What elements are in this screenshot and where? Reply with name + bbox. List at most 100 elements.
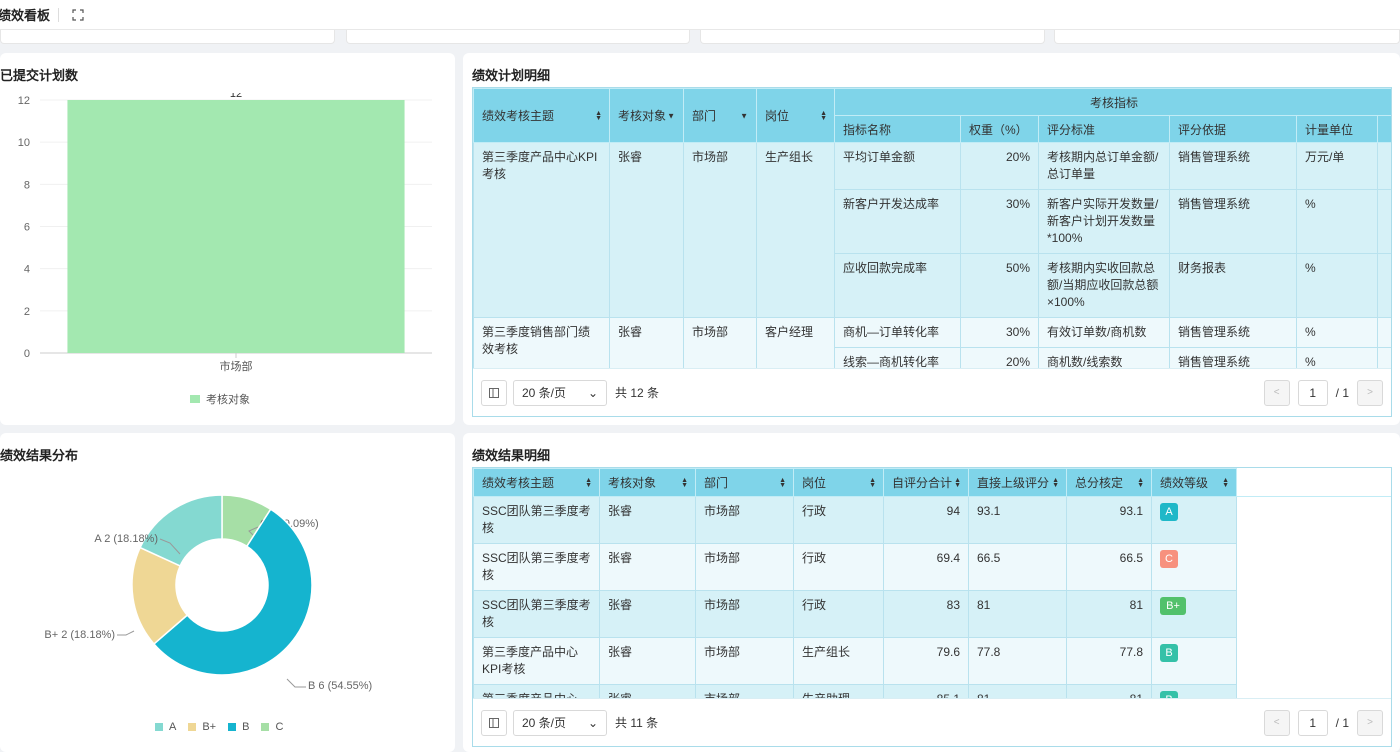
next-page-button[interactable]: > xyxy=(1357,709,1383,736)
page-size-value: 20 条/页 xyxy=(522,386,567,400)
cell-standard: 考核期内实收回款总额/当期应收回款总额×100% xyxy=(1038,253,1170,318)
cell-post: 行政 xyxy=(793,496,884,544)
col-target-label: 考核对象 xyxy=(608,476,657,490)
cell-self-score: 83 xyxy=(883,590,969,638)
pie-legend-item[interactable]: C xyxy=(261,721,283,733)
page-size-value: 20 条/页 xyxy=(522,716,567,730)
col-standard[interactable]: 评分标准 xyxy=(1038,115,1170,143)
col-manager-label: 直接上级评分 xyxy=(977,476,1050,490)
sort-icon[interactable]: ▲ ▼ xyxy=(779,477,786,489)
stat-card-4 xyxy=(1054,30,1400,44)
legend-label: B+ xyxy=(202,721,217,733)
y-tick-label: 4 xyxy=(24,264,30,276)
col-total-score[interactable]: 总分核定 ▲ ▼ xyxy=(1066,468,1152,497)
stat-card-3 xyxy=(700,30,1045,44)
plan-pagination: 20 条/页 ⌄ 共 12 条 < 1 / 1 > xyxy=(473,368,1391,416)
grade-badge: C xyxy=(1160,550,1178,568)
legend-swatch xyxy=(228,723,237,731)
sort-icon[interactable]: ▲ ▼ xyxy=(820,110,827,122)
col-theme[interactable]: 绩效考核主题 ▲ ▼ xyxy=(473,88,610,143)
cell-spacer xyxy=(1236,543,1391,591)
bar-legend[interactable]: 考核对象 xyxy=(190,391,250,407)
column-settings-icon[interactable] xyxy=(481,709,507,736)
cell-total-score: 77.8 xyxy=(1066,637,1152,685)
cell-target: 张睿 xyxy=(599,590,696,638)
column-settings-icon[interactable] xyxy=(481,379,507,406)
cell-kpi-name: 应收回款完成率 xyxy=(834,253,961,318)
sort-icon[interactable]: ▲ ▼ xyxy=(585,477,592,489)
page-number-input[interactable]: 1 xyxy=(1297,709,1328,736)
table-row[interactable]: SSC团队第三季度考核 张睿 市场部 行政 69.4 66.5 66.5 C xyxy=(473,543,1391,591)
cell-dept: 市场部 xyxy=(695,590,794,638)
col-theme-label: 绩效考核主题 xyxy=(482,109,555,123)
col-unit[interactable]: 计量单位 xyxy=(1296,115,1378,143)
pie-legend-item[interactable]: A xyxy=(155,721,176,733)
y-tick-label: 8 xyxy=(24,179,30,191)
table-row[interactable]: 第三季度产品中心KPI考核 张睿 市场部 生产组长 平均订单金额 20% 考核期内总订单金额… xyxy=(473,142,1391,318)
cell-weight: 30% xyxy=(960,189,1039,254)
pie-legend-item[interactable]: B+ xyxy=(188,721,216,733)
col-theme[interactable]: 绩效考核主题 ▲ ▼ xyxy=(473,468,600,497)
cell-basis: 销售管理系统 xyxy=(1169,317,1297,348)
cell-unit: % xyxy=(1296,317,1378,348)
bar[interactable] xyxy=(67,100,405,353)
cell-theme: 第三季度产品中心KPI考核 xyxy=(473,142,610,318)
page-title: 绩效看板 xyxy=(0,8,51,23)
next-page-button[interactable]: > xyxy=(1357,379,1383,406)
cell-dept: 市场部 xyxy=(683,142,757,318)
page-number-input[interactable]: 1 xyxy=(1297,379,1328,406)
table-row[interactable]: SSC团队第三季度考核 张睿 市场部 行政 94 93.1 93.1 A xyxy=(473,496,1391,544)
cell-grade: B xyxy=(1151,637,1237,685)
y-tick-label: 12 xyxy=(18,95,30,107)
y-tick-label: 6 xyxy=(24,222,30,234)
sort-icon[interactable]: ▲ ▼ xyxy=(869,477,876,489)
col-post-label: 岗位 xyxy=(802,476,827,490)
col-kpi-name[interactable]: 指标名称 xyxy=(834,115,961,143)
cell-theme: SSC团队第三季度考核 xyxy=(473,543,600,591)
grade-badge: A xyxy=(1160,503,1178,521)
cell-post: 生产组长 xyxy=(756,142,835,318)
stat-card-2 xyxy=(346,30,690,44)
fullscreen-icon[interactable] xyxy=(71,8,85,22)
sort-icon[interactable]: ▲ ▼ xyxy=(1137,477,1144,489)
sort-icon[interactable]: ▲ ▼ xyxy=(1052,477,1059,489)
sort-icon[interactable]: ▲ ▼ xyxy=(954,477,961,489)
table-row[interactable]: 第三季度销售部门绩效考核 张睿 市场部 客户经理 商机—订单转化率 30% 有效订单数/商机… xyxy=(473,317,1391,378)
col-grade[interactable]: 绩效等级 ▲ ▼ xyxy=(1151,468,1237,497)
col-grade-label: 绩效等级 xyxy=(1160,476,1209,490)
col-dept-label: 部门 xyxy=(704,476,729,490)
prev-page-button[interactable]: < xyxy=(1263,379,1290,406)
col-target[interactable]: 考核对象 ▲ ▼ xyxy=(599,468,696,497)
col-dept[interactable]: 部门 ▼ xyxy=(683,88,757,143)
filter-icon[interactable]: ▼ xyxy=(740,111,748,120)
filter-icon[interactable]: ▼ xyxy=(667,111,675,120)
cell-theme: 第三季度产品中心KPI考核 xyxy=(473,637,600,685)
sort-icon[interactable]: ▲ ▼ xyxy=(1222,477,1229,489)
submitted-plans-card: 已提交计划数 0 2 4 6 8 10 12 12 市场部 考核对象 xyxy=(0,53,455,425)
col-basis[interactable]: 评分依据 xyxy=(1169,115,1297,143)
col-self-score[interactable]: 自评分合计 ▲ ▼ xyxy=(883,468,969,497)
col-manager-score[interactable]: 直接上级评分 ▲ ▼ xyxy=(968,468,1067,497)
col-post[interactable]: 岗位 ▲ ▼ xyxy=(793,468,884,497)
cell-spacer xyxy=(1236,637,1391,685)
y-tick-label: 2 xyxy=(24,306,30,318)
y-tick-label: 0 xyxy=(24,348,30,360)
col-dept[interactable]: 部门 ▲ ▼ xyxy=(695,468,794,497)
col-dept-label: 部门 xyxy=(692,109,717,123)
table-row[interactable]: 第三季度产品中心KPI考核 张睿 市场部 生产组长 79.6 77.8 77.8 B xyxy=(473,637,1391,685)
page-size-select[interactable]: 20 条/页 ⌄ xyxy=(513,709,607,736)
sort-icon[interactable]: ▲ ▼ xyxy=(681,477,688,489)
cell-grade: A xyxy=(1151,496,1237,544)
prev-page-button[interactable]: < xyxy=(1263,709,1290,736)
pie-legend-item[interactable]: B xyxy=(228,721,249,733)
cell-weight: 20% xyxy=(960,142,1039,190)
sort-icon[interactable]: ▲ ▼ xyxy=(595,110,602,122)
page-nav: < 1 / 1 > xyxy=(1263,709,1383,736)
cell-manager-score: 77.8 xyxy=(968,637,1067,685)
pie-slice-label: B+ 2 (18.18%) xyxy=(44,629,115,641)
table-row[interactable]: SSC团队第三季度考核 张睿 市场部 行政 83 81 81 B+ xyxy=(473,590,1391,638)
col-post[interactable]: 岗位 ▲ ▼ xyxy=(756,88,835,143)
col-weight[interactable]: 权重（%） xyxy=(960,115,1039,143)
col-target[interactable]: 考核对象 ▼ xyxy=(609,88,684,143)
page-size-select[interactable]: 20 条/页 ⌄ xyxy=(513,379,607,406)
